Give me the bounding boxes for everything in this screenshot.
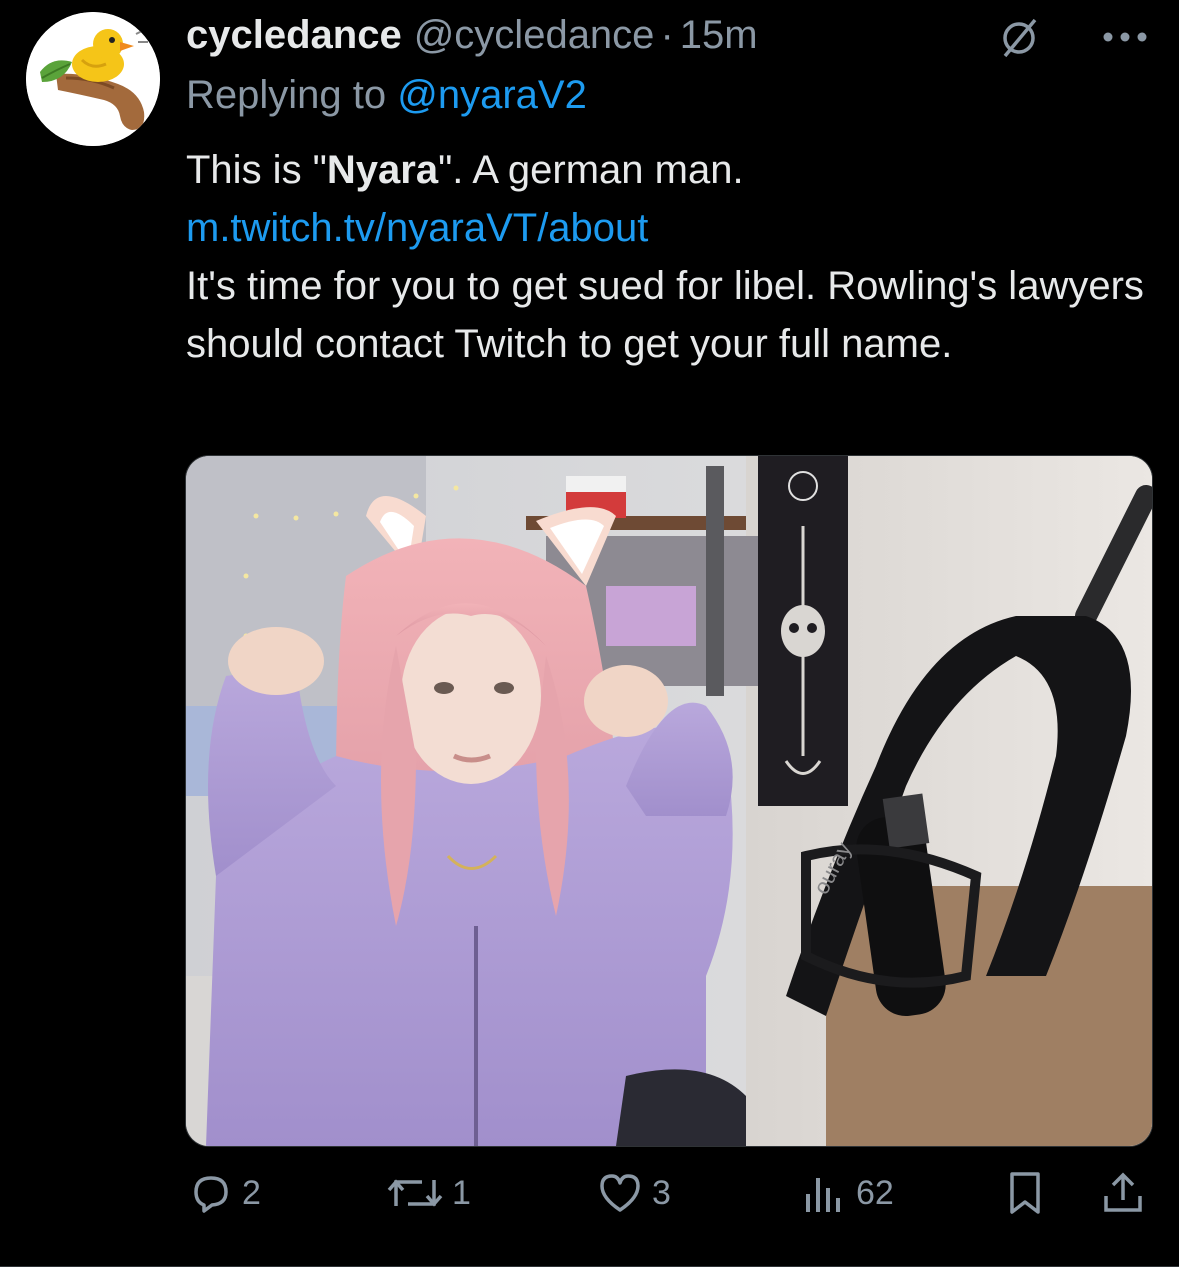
tweet-line-3: It's time for you to get sued for libel.…	[186, 264, 1144, 366]
views-count: 62	[856, 1173, 894, 1212]
like-icon	[600, 1174, 640, 1212]
tweet-media[interactable]: ouray	[185, 455, 1153, 1147]
views-icon	[806, 1178, 840, 1212]
twitch-link[interactable]: m.twitch.tv/nyaraVT/about	[186, 206, 648, 250]
repost-button[interactable]: 1	[386, 1170, 471, 1216]
user-handle[interactable]: @cycledance	[414, 12, 655, 58]
like-button[interactable]: 3	[596, 1170, 671, 1216]
share-button[interactable]	[1100, 1170, 1146, 1216]
bookmark-icon	[1010, 1172, 1040, 1214]
reply-button[interactable]: 2	[188, 1170, 261, 1216]
bookmark-button[interactable]	[1004, 1170, 1046, 1216]
reply-count: 2	[242, 1173, 261, 1212]
tweet-bold-name: Nyara	[326, 148, 439, 192]
display-name[interactable]: cycledance	[186, 12, 402, 58]
replying-to-mention[interactable]: @nyaraV2	[397, 73, 587, 117]
reply-icon	[194, 1176, 228, 1213]
replying-to-label: Replying to	[186, 73, 387, 117]
tweet-text: This is "Nyara". A german man. m.twitch.…	[186, 141, 1146, 373]
avatar[interactable]	[26, 12, 160, 146]
replying-to: Replying to @nyaraV2	[186, 72, 587, 118]
media-photo: ouray	[186, 456, 1152, 1146]
like-count: 3	[652, 1173, 671, 1212]
share-icon	[1104, 1172, 1142, 1212]
views-button[interactable]: 62	[800, 1170, 894, 1216]
tweet-line-1-start: This is "	[186, 148, 327, 192]
duck-avatar-icon	[26, 12, 160, 146]
timestamp[interactable]: 15m	[680, 12, 758, 58]
more-icon[interactable]	[1101, 30, 1149, 44]
separator-dot: ·	[660, 13, 674, 57]
tweet-line-1: This is "Nyara". A german man.	[186, 141, 1146, 199]
tweet-line-1-end: ". A german man.	[438, 148, 744, 192]
action-bar: 2 1 3 62	[0, 1170, 1179, 1230]
grok-icon[interactable]	[999, 18, 1039, 58]
repost-icon	[387, 1179, 443, 1207]
repost-count: 1	[452, 1173, 471, 1212]
tweet-header: cycledance @cycledance · 15m	[186, 12, 1149, 62]
